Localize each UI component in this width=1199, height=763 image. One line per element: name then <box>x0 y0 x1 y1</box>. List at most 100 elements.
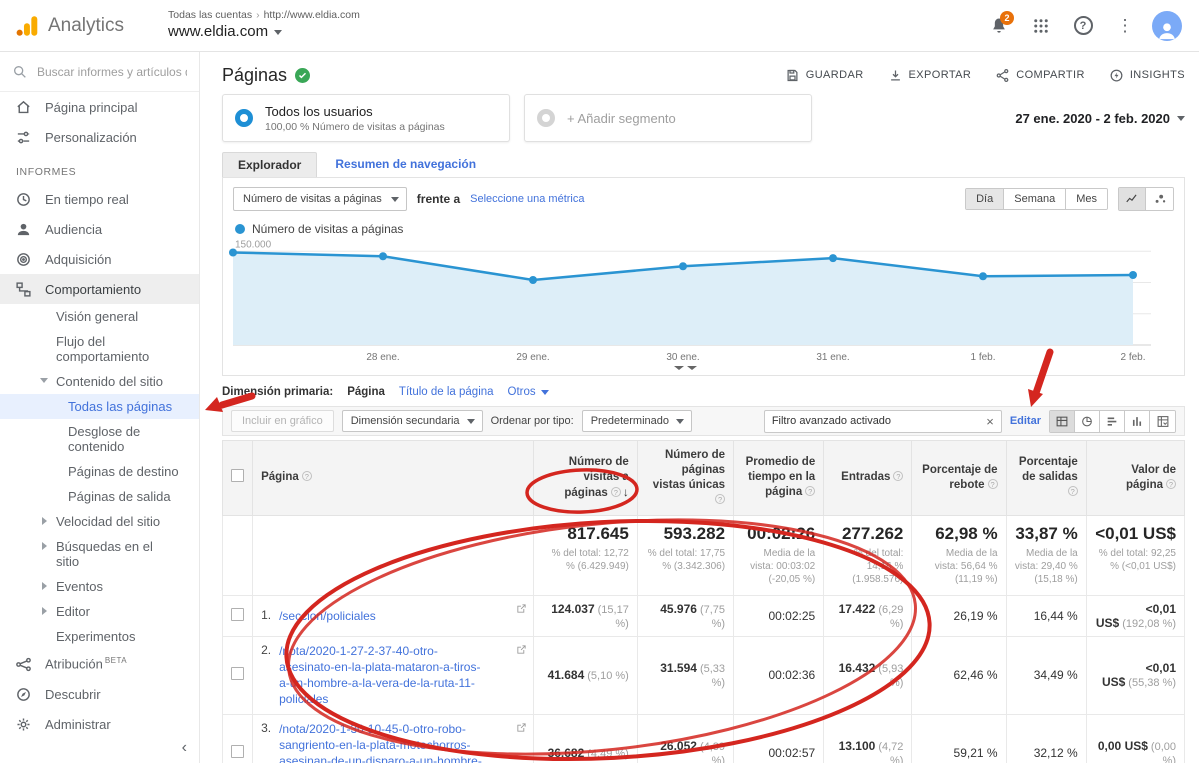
external-link-icon[interactable] <box>516 722 527 736</box>
sidebar-item-content-drilldown[interactable]: Desglose de contenido <box>0 419 199 459</box>
insights-label: INSIGHTS <box>1130 69 1185 81</box>
sidebar-item-events[interactable]: Eventos <box>0 574 199 599</box>
breadcrumb-property[interactable]: http://www.eldia.com <box>264 9 360 21</box>
external-link-icon[interactable] <box>516 644 527 658</box>
page-link[interactable]: /nota/2020-1-27-2-37-40-otro-asesinato-e… <box>279 643 484 708</box>
sort-type-dropdown[interactable]: Predeterminado <box>582 410 692 432</box>
advanced-filter-box[interactable]: Filtro avanzado activado × <box>764 410 1002 433</box>
sidebar-item-behavior-flow[interactable]: Flujo del comportamiento <box>0 329 199 369</box>
save-button[interactable]: GUARDAR <box>785 68 864 83</box>
svg-text:30 ene.: 30 ene. <box>666 352 699 363</box>
avatar <box>1152 11 1182 41</box>
add-segment-button[interactable]: + Añadir segmento <box>524 94 812 142</box>
column-header-bounce-rate[interactable]: Porcentaje de rebote? <box>912 441 1006 516</box>
sidebar-item-acquisition[interactable]: Adquisición <box>0 244 199 274</box>
secondary-dimension-dropdown[interactable]: Dimensión secundaria <box>342 410 483 432</box>
column-header-pageviews[interactable]: Número de visitas a páginas?↓ <box>533 441 637 516</box>
comparison-view-button[interactable] <box>1125 411 1150 432</box>
line-chart-toggle-button[interactable] <box>1119 188 1146 210</box>
share-button[interactable]: COMPARTIR <box>995 68 1085 83</box>
export-button[interactable]: EXPORTAR <box>888 68 972 83</box>
check-icon <box>298 71 307 80</box>
sidebar-item-site-search[interactable]: Búsquedas en el sitio <box>0 534 199 574</box>
percent-view-button[interactable] <box>1075 411 1100 432</box>
insights-button[interactable]: INSIGHTS <box>1109 68 1185 83</box>
total-exit-sub: Media de la vista: 29,40 % (15,18 %) <box>1015 547 1078 586</box>
sidebar-item-label: Página principal <box>45 100 138 115</box>
sidebar-item-site-speed[interactable]: Velocidad del sitio <box>0 509 199 534</box>
performance-view-button[interactable] <box>1100 411 1125 432</box>
sidebar-item-discover[interactable]: Descubrir <box>0 679 199 709</box>
dimension-page[interactable]: Página <box>347 386 385 398</box>
row-checkbox[interactable] <box>231 745 244 758</box>
row-checkbox[interactable] <box>231 608 244 621</box>
sidebar-item-landing-pages[interactable]: Páginas de destino <box>0 459 199 484</box>
cell-bounce: 26,19 % <box>912 595 1006 636</box>
column-header-entrances[interactable]: Entradas? <box>824 441 912 516</box>
sidebar-item-label: Velocidad del sitio <box>56 514 160 529</box>
sidebar-item-site-content[interactable]: Contenido del sitio <box>0 369 199 394</box>
close-icon[interactable]: × <box>986 414 994 429</box>
sidebar-item-exit-pages[interactable]: Páginas de salida <box>0 484 199 509</box>
date-range-selector[interactable]: 27 ene. 2020 - 2 feb. 2020 <box>1015 111 1185 126</box>
sidebar-item-customization[interactable]: Personalización <box>0 122 199 152</box>
scatter-chart-icon <box>1152 192 1168 206</box>
sidebar-item-all-pages[interactable]: Todas las páginas <box>0 394 199 419</box>
sidebar-item-behavior[interactable]: Comportamiento <box>0 274 199 304</box>
sidebar-collapse-button[interactable]: ‹ <box>182 739 187 757</box>
granularity-day-button[interactable]: Día <box>966 189 1004 209</box>
select-all-checkbox[interactable] <box>231 469 244 482</box>
column-header-exit-rate[interactable]: Porcentaje de salidas? <box>1006 441 1086 516</box>
tab-navigation-summary[interactable]: Resumen de navegación <box>335 157 476 177</box>
analytics-logo[interactable]: Analytics <box>0 13 134 39</box>
column-header-page[interactable]: Página? <box>253 441 534 516</box>
sidebar-item-realtime[interactable]: En tiempo real <box>0 184 199 214</box>
sidebar-item-admin[interactable]: Administrar <box>0 709 199 739</box>
sidebar-item-audience[interactable]: Audiencia <box>0 214 199 244</box>
edit-filter-link[interactable]: Editar <box>1010 415 1041 427</box>
metric-dropdown-label: Número de visitas a páginas <box>243 193 382 205</box>
dimension-other-label: Otros <box>508 386 536 398</box>
apps-grid-button[interactable] <box>1023 8 1059 44</box>
page-link[interactable]: /nota/2020-1-30-10-45-0-otro-robo-sangri… <box>279 721 484 763</box>
sidebar-item-attribution[interactable]: AtribuciónBETA <box>0 649 199 679</box>
segment-all-users[interactable]: Todos los usuarios 100,00 % Número de vi… <box>222 94 510 142</box>
page-title: Páginas <box>222 65 287 86</box>
external-link-icon[interactable] <box>516 603 527 617</box>
tab-explorer[interactable]: Explorador <box>222 152 317 177</box>
more-options-button[interactable]: ⋮ <box>1107 8 1143 44</box>
data-view-button[interactable] <box>1050 411 1075 432</box>
column-header-unique-pageviews[interactable]: Número de páginas vistas únicas? <box>637 441 733 516</box>
pivot-view-button[interactable] <box>1150 411 1175 432</box>
sidebar-search[interactable] <box>0 52 199 92</box>
account-avatar[interactable] <box>1149 8 1185 44</box>
sidebar-item-publisher[interactable]: Editor <box>0 599 199 624</box>
chevron-right-icon <box>42 517 47 525</box>
sidebar-item-home[interactable]: Página principal <box>0 92 199 122</box>
secondary-dimension-label: Dimensión secundaria <box>351 415 460 427</box>
motion-chart-toggle-button[interactable] <box>1146 188 1173 210</box>
row-checkbox[interactable] <box>231 667 244 680</box>
breadcrumb[interactable]: Todas las cuentas›http://www.eldia.com <box>168 9 360 22</box>
column-header-page-value[interactable]: Valor de página? <box>1086 441 1184 516</box>
dimension-page-title[interactable]: Título de la página <box>399 386 494 398</box>
sidebar-search-input[interactable] <box>37 65 187 79</box>
breadcrumb-accounts[interactable]: Todas las cuentas <box>168 9 252 21</box>
plot-rows-button[interactable]: Incluir en gráfico <box>231 410 334 432</box>
cell-exit: 34,49 % <box>1006 636 1086 714</box>
property-selector[interactable]: www.eldia.com <box>168 23 360 42</box>
metric-dropdown[interactable]: Número de visitas a páginas <box>233 187 407 211</box>
page-link[interactable]: /seccion/policiales <box>279 608 376 624</box>
help-button[interactable]: ? <box>1065 8 1101 44</box>
help-icon: ? <box>1068 486 1078 496</box>
select-metric-link[interactable]: Seleccione una métrica <box>470 193 584 205</box>
granularity-week-button[interactable]: Semana <box>1004 189 1066 209</box>
sidebar-item-experiments[interactable]: Experimentos <box>0 624 199 649</box>
notifications-button[interactable]: 2 <box>981 8 1017 44</box>
sidebar-item-behavior-overview[interactable]: Visión general <box>0 304 199 329</box>
dimension-other[interactable]: Otros <box>508 386 549 398</box>
granularity-month-button[interactable]: Mes <box>1066 189 1107 209</box>
segment-radio-icon <box>235 109 253 127</box>
column-header-avg-time[interactable]: Promedio de tiempo en la página? <box>734 441 824 516</box>
filter-text: Filtro avanzado activado <box>772 415 891 427</box>
